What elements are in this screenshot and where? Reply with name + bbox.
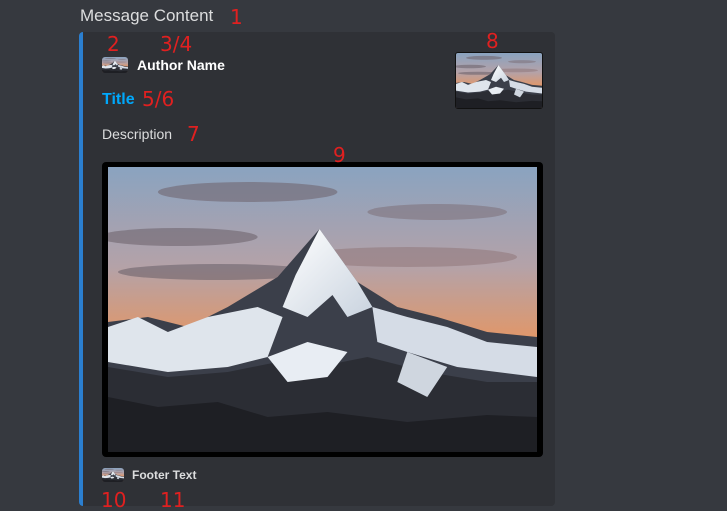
annotation-1: 1 [230,5,243,29]
annotation-11: 11 [160,488,186,511]
mountain-icon [102,468,124,482]
embed-thumbnail[interactable] [455,52,543,109]
embed-title[interactable]: Title [102,91,135,109]
footer-text: Footer Text [132,468,197,482]
annotation-2: 2 [107,32,120,56]
annotation-8: 8 [486,29,499,53]
embed-footer: Footer Text [102,468,196,482]
mountain-thumbnail-image [456,53,542,108]
embed-description: Description [102,126,173,142]
embed-image[interactable] [102,162,543,457]
annotation-5-6: 5/6 [142,87,175,111]
embed-author: Author Name [102,57,225,73]
annotation-3-4: 3/4 [160,32,193,56]
message-content: Message Content [80,6,214,25]
mountain-icon [102,57,128,73]
author-name[interactable]: Author Name [137,57,225,73]
annotation-7: 7 [187,122,200,146]
mountain-image [108,167,537,452]
annotation-10: 10 [101,488,127,511]
annotation-9: 9 [333,143,346,167]
